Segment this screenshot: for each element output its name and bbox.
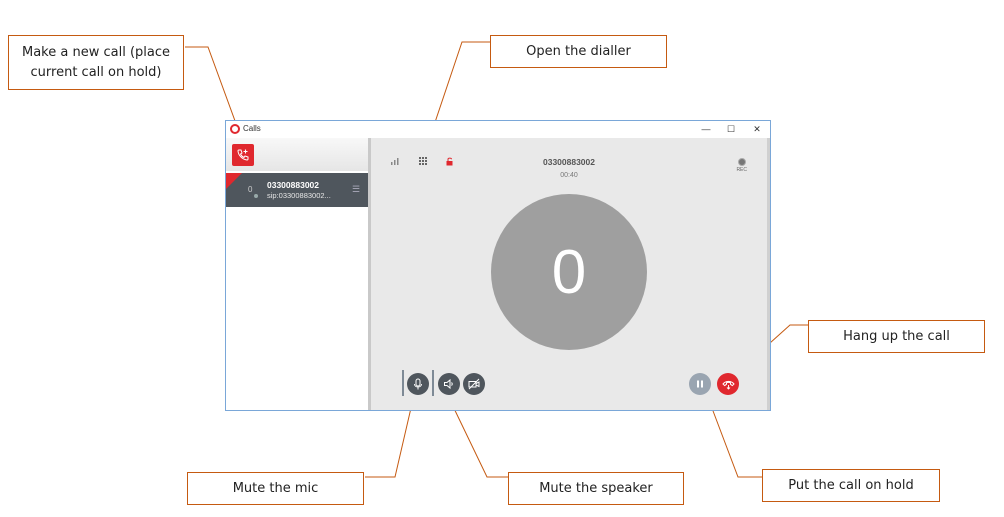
callout-hang-up-text: Hang up the call — [843, 328, 950, 344]
close-button[interactable]: ✕ — [746, 122, 768, 136]
speaker-icon — [444, 378, 453, 390]
video-off-icon — [468, 378, 480, 390]
mute-mic-button[interactable] — [407, 373, 429, 395]
callout-hold: Put the call on hold — [762, 469, 940, 502]
active-call-flag — [226, 173, 242, 189]
mute-speaker-button[interactable] — [438, 373, 460, 395]
callout-dialler: Open the dialler — [490, 35, 667, 68]
hang-up-button[interactable] — [717, 373, 739, 395]
call-list-item[interactable]: 0 03300883002 sip:03300883002... ☰ — [226, 173, 368, 207]
record-button[interactable]: REC — [736, 158, 747, 173]
callout-hang-up: Hang up the call — [808, 320, 985, 353]
callout-mute-mic: Mute the mic — [187, 472, 364, 505]
calls-window: Calls — ☐ ✕ 0 03300883002 sip:0330088300… — [225, 120, 771, 411]
active-call-panel: 03300883002 00:40 REC 0 — [371, 138, 770, 410]
maximize-button[interactable]: ☐ — [720, 122, 742, 136]
call-list-sidebar: 0 03300883002 sip:03300883002... ☰ — [226, 138, 371, 410]
phone-plus-icon — [237, 149, 249, 161]
status-dot-icon — [254, 194, 258, 198]
title-bar: Calls — ☐ ✕ — [226, 121, 770, 138]
caller-avatar-text: 0 — [551, 237, 587, 307]
callout-new-call-text: Make a new call (place current call on h… — [22, 44, 170, 80]
hangup-icon — [721, 380, 735, 390]
record-icon — [737, 158, 746, 166]
callout-mute-speaker-text: Mute the speaker — [539, 480, 653, 496]
sidebar-toolbar — [226, 138, 368, 171]
window-title: Calls — [243, 124, 261, 133]
callout-dialler-text: Open the dialler — [526, 43, 631, 59]
mic-level-left-bar — [402, 370, 404, 396]
app-logo-icon — [230, 124, 240, 134]
new-call-button[interactable] — [232, 144, 254, 166]
video-button[interactable] — [463, 373, 485, 395]
call-duration: 00:40 — [560, 172, 578, 179]
pause-icon — [697, 380, 703, 388]
callout-mute-speaker: Mute the speaker — [508, 472, 684, 505]
mic-level-right-bar — [432, 370, 434, 396]
record-label: REC — [736, 167, 747, 173]
callout-new-call: Make a new call (place current call on h… — [8, 35, 184, 90]
call-item-avatar: 0 — [248, 185, 253, 194]
callout-hold-text: Put the call on hold — [788, 477, 914, 493]
menu-icon[interactable]: ☰ — [352, 184, 360, 195]
call-item-uri: sip:03300883002... — [267, 191, 331, 200]
caller-avatar: 0 — [491, 194, 647, 350]
minimize-button[interactable]: — — [695, 122, 717, 136]
callout-mute-mic-text: Mute the mic — [232, 480, 319, 496]
microphone-icon — [414, 378, 422, 390]
call-item-number: 03300883002 — [267, 180, 320, 190]
call-number: 03300883002 — [542, 157, 595, 167]
hold-button[interactable] — [689, 373, 711, 395]
